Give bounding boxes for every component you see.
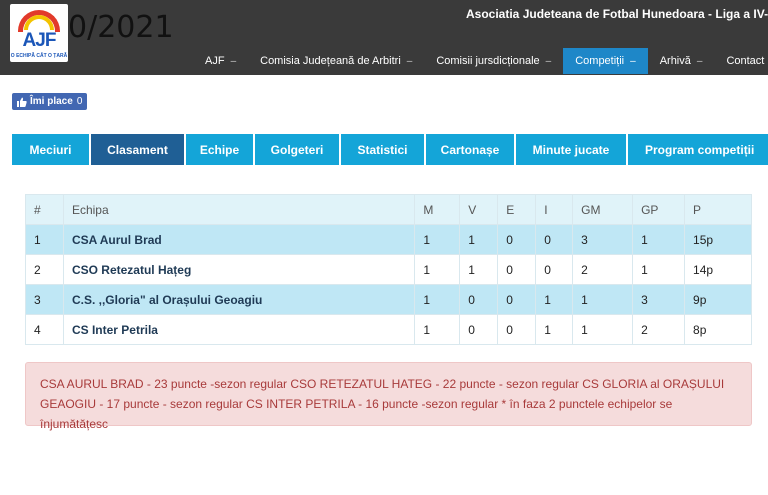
nav-item-label: Contact xyxy=(726,55,765,67)
cell-rank: 4 xyxy=(25,314,64,345)
cell-team[interactable]: C.S. ,,Gloria" al Orașului Geoagiu xyxy=(62,284,416,315)
notice-text: CSA AURUL BRAD - 23 puncte -sezon regula… xyxy=(40,377,725,431)
tab-label: Echipe xyxy=(199,142,240,157)
nav-item-label: Competiții xyxy=(575,55,625,67)
cell-draws: 0 xyxy=(497,224,537,255)
tab-label: Cartonașe xyxy=(440,142,500,157)
cell-goals-for: 2 xyxy=(572,254,634,285)
site-title: Asociatia Judeteana de Fotbal Hunedoara … xyxy=(466,7,768,21)
cell-team[interactable]: CSO Retezatul Hațeg xyxy=(62,254,416,285)
cell-goals-against: 3 xyxy=(632,284,686,315)
cell-goals-for: 1 xyxy=(572,284,634,315)
season-title: 0/2021 xyxy=(68,10,174,45)
logo-tagline: O ECHIPĂ CÂT O ȚARĂ xyxy=(10,53,68,59)
cell-points: 9p xyxy=(684,284,752,315)
column-header-losses[interactable]: I xyxy=(535,194,574,225)
cell-points: 8p xyxy=(684,314,752,345)
column-header-goals-against[interactable]: GP xyxy=(632,194,686,225)
cell-wins: 0 xyxy=(459,284,499,315)
facebook-like-button[interactable]: Îmi place 0 xyxy=(12,93,88,110)
site-header: AJF O ECHIPĂ CÂT O ȚARĂ 0/2021 Asociatia… xyxy=(0,0,768,75)
points-notice: CSA AURUL BRAD - 23 puncte -sezon regula… xyxy=(25,362,752,431)
tab-program-competitii[interactable]: Program competiții xyxy=(628,134,768,165)
cell-losses: 1 xyxy=(535,284,574,315)
cell-rank: 2 xyxy=(25,254,64,285)
cell-team[interactable]: CSA Aurul Brad xyxy=(62,224,416,255)
cell-losses: 0 xyxy=(535,224,574,255)
caret-down-icon: – xyxy=(696,55,703,67)
caret-down-icon: – xyxy=(406,55,413,67)
logo-text: AJF xyxy=(22,30,57,51)
cell-played: 1 xyxy=(414,224,461,255)
nav-item-comisii-jurisdictionale[interactable]: Comisii jursdicționale – xyxy=(424,48,563,74)
cell-rank: 3 xyxy=(25,284,64,315)
table-row: 4 CS Inter Petrila 1 0 0 1 1 2 8p xyxy=(25,314,752,345)
cell-goals-against: 1 xyxy=(632,224,686,255)
table-row: 1 CSA Aurul Brad 1 1 0 0 3 1 15p xyxy=(25,224,752,255)
tab-label: Meciuri xyxy=(29,142,72,157)
cell-played: 1 xyxy=(414,254,461,285)
column-header-rank[interactable]: # xyxy=(25,194,64,225)
column-header-team[interactable]: Echipa xyxy=(62,194,416,225)
cell-draws: 0 xyxy=(497,284,537,315)
like-count: 0 xyxy=(76,96,83,107)
cell-points: 14p xyxy=(684,254,752,285)
tab-echipe[interactable]: Echipe xyxy=(186,134,253,165)
ajf-logo[interactable]: AJF O ECHIPĂ CÂT O ȚARĂ xyxy=(10,4,68,62)
nav-item-label: Comisii jursdicționale xyxy=(436,55,540,67)
table-row: 2 CSO Retezatul Hațeg 1 1 0 0 2 1 14p xyxy=(25,254,752,285)
nav-item-arhiva[interactable]: Arhivă – xyxy=(648,48,715,74)
caret-down-icon: – xyxy=(230,55,237,67)
cell-wins: 0 xyxy=(459,314,499,345)
tab-label: Minute jucate xyxy=(532,142,610,157)
cell-draws: 0 xyxy=(497,314,537,345)
cell-team[interactable]: CS Inter Petrila xyxy=(62,314,416,345)
tab-cartonase[interactable]: Cartonașe xyxy=(426,134,514,165)
cell-goals-against: 1 xyxy=(632,254,686,285)
cell-wins: 1 xyxy=(459,254,499,285)
nav-item-competitii[interactable]: Competiții – xyxy=(563,48,648,74)
caret-down-icon: – xyxy=(630,55,636,67)
tab-label: Program competiții xyxy=(645,142,755,157)
main-nav: AJF – Comisia Județeană de Arbitri – Com… xyxy=(193,48,768,74)
table-row: 3 C.S. ,,Gloria" al Orașului Geoagiu 1 0… xyxy=(25,284,752,315)
column-header-points[interactable]: P xyxy=(684,194,752,225)
nav-item-label: Comisia Județeană de Arbitri xyxy=(260,55,401,67)
cell-goals-for: 1 xyxy=(572,314,634,345)
tab-meciuri[interactable]: Meciuri xyxy=(12,134,89,165)
cell-goals-for: 3 xyxy=(572,224,634,255)
cell-rank: 1 xyxy=(25,224,64,255)
nav-item-ajf[interactable]: AJF – xyxy=(193,48,248,74)
column-header-draws[interactable]: E xyxy=(497,194,537,225)
tab-label: Statistici xyxy=(357,142,408,157)
tab-minute-jucate[interactable]: Minute jucate xyxy=(516,134,626,165)
standings-table: # Echipa M V E I GM GP P 1 CSA Aurul Bra… xyxy=(25,194,752,345)
cell-goals-against: 2 xyxy=(632,314,686,345)
nav-item-label: Arhivă xyxy=(659,55,691,67)
cell-draws: 0 xyxy=(497,254,537,285)
column-header-goals-for[interactable]: GM xyxy=(572,194,634,225)
caret-down-icon: – xyxy=(545,55,552,67)
like-label: Îmi place xyxy=(30,96,73,107)
tab-label: Clasament xyxy=(107,142,168,157)
tab-clasament[interactable]: Clasament xyxy=(91,134,184,165)
column-header-wins[interactable]: V xyxy=(459,194,499,225)
cell-played: 1 xyxy=(414,314,461,345)
cell-wins: 1 xyxy=(459,224,499,255)
competition-tabs: Meciuri Clasament Echipe Golgeteri Stati… xyxy=(12,134,768,165)
thumbs-up-icon xyxy=(17,97,27,107)
tab-statistici[interactable]: Statistici xyxy=(341,134,424,165)
nav-item-label: AJF xyxy=(205,55,225,67)
cell-losses: 0 xyxy=(535,254,574,285)
nav-item-comisia-arbitri[interactable]: Comisia Județeană de Arbitri – xyxy=(248,48,424,74)
nav-item-contact[interactable]: Contact xyxy=(714,48,768,74)
cell-losses: 1 xyxy=(535,314,574,345)
column-header-played[interactable]: M xyxy=(414,194,461,225)
cell-played: 1 xyxy=(414,284,461,315)
tab-label: Golgeteri xyxy=(270,142,324,157)
table-header-row: # Echipa M V E I GM GP P xyxy=(25,194,752,225)
tab-golgeteri[interactable]: Golgeteri xyxy=(255,134,339,165)
cell-points: 15p xyxy=(684,224,752,255)
